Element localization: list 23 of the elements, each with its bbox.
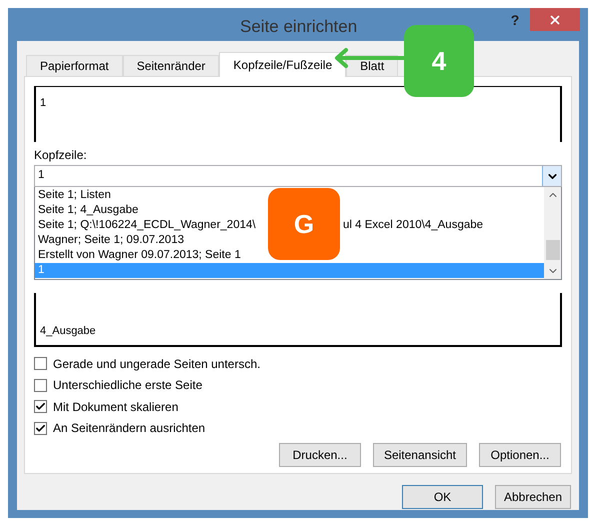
checkbox-label: Gerade und ungerade Seiten untersch. [53, 356, 260, 373]
checkbox-label: An Seitenrändern ausrichten [53, 420, 206, 438]
dialog-button[interactable]: Optionen... [479, 443, 561, 467]
tab[interactable]: Seitenränder [122, 55, 220, 76]
preview-text: 4_Ausgabe [40, 324, 96, 338]
tab[interactable]: Papierformat [26, 55, 123, 76]
window-title: Seite einrichten [240, 16, 358, 38]
dialog-button[interactable]: OK [402, 485, 483, 509]
list-option[interactable]: Seite 1; Q:\!106224_ECDL_Wagner_2014\ [38, 218, 268, 233]
checkbox-label: Unterschiedliche erste Seite [53, 377, 202, 394]
help-button[interactable]: ? [506, 10, 524, 30]
header-dropdown[interactable]: 1 [34, 165, 562, 187]
dialog-button[interactable]: Seitenansicht [372, 443, 467, 467]
option-text: ul 4 Excel 2010\4_Ausgabe [343, 218, 484, 233]
checkbox-label: Mit Dokument skalieren [53, 398, 178, 416]
field-label: Kopfzeile: [34, 148, 88, 162]
dialog-button[interactable]: Drucken... [278, 443, 361, 467]
dropdown-value: 1 [37, 168, 46, 184]
callout-badge: G [268, 188, 340, 260]
preview-text: 1 [40, 97, 46, 109]
callout-badge: 4 [404, 25, 474, 97]
tab[interactable]: Kopfzeile/Fußzeile [219, 52, 346, 77]
dialog-button[interactable]: Abbrechen [495, 485, 571, 509]
